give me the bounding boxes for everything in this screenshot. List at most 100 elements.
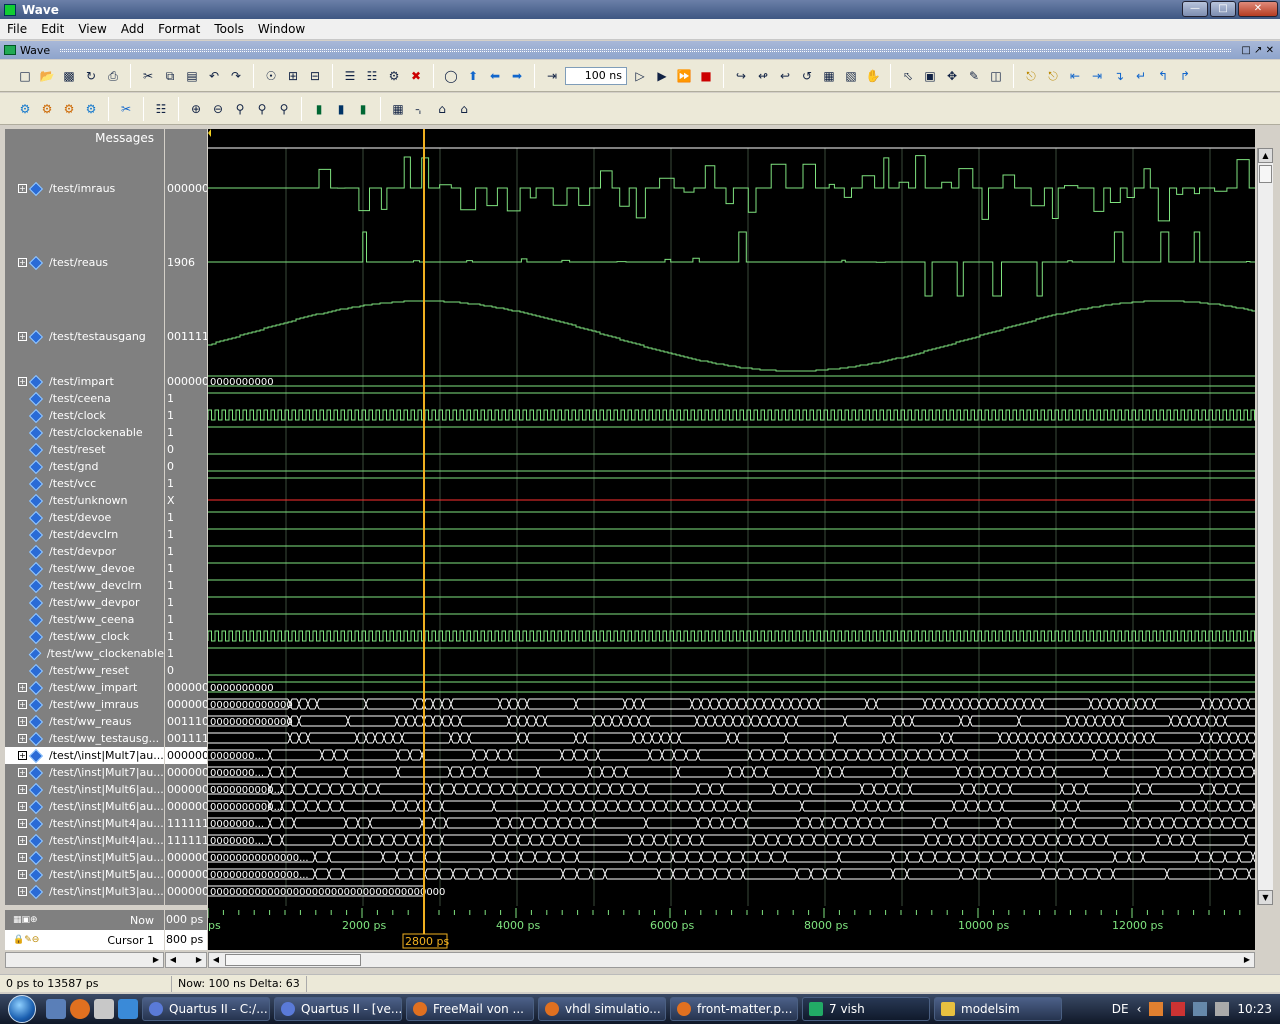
- values-hscrollbar[interactable]: ◀ ▶: [165, 952, 207, 968]
- maximize-button[interactable]: □: [1210, 1, 1236, 17]
- signal-row[interactable]: +/test/unknown: [5, 492, 164, 509]
- expand-toggle-icon[interactable]: +: [18, 717, 27, 726]
- values-header[interactable]: [165, 129, 207, 148]
- expand-icon[interactable]: ⊟: [306, 67, 324, 85]
- up-arrow-icon[interactable]: ⬆: [464, 67, 482, 85]
- signal-row[interactable]: + /test/ww_reaus: [5, 713, 164, 730]
- wave-logic-icon[interactable]: ▮: [354, 100, 372, 118]
- task-vhdl[interactable]: vhdl simulatio...: [538, 997, 666, 1021]
- expand-toggle-icon[interactable]: +: [18, 785, 27, 794]
- signal-row[interactable]: + /test/ww_imraus: [5, 696, 164, 713]
- step-back-icon[interactable]: ↺: [798, 67, 816, 85]
- run-length-input[interactable]: 100 ns: [565, 66, 627, 85]
- add-wave-icon[interactable]: ⚙: [16, 100, 34, 118]
- signal-row[interactable]: + /test/\inst|Mult4|au...: [5, 832, 164, 849]
- new-file-icon[interactable]: □: [16, 67, 34, 85]
- task-vish[interactable]: 7 vish: [802, 997, 930, 1021]
- next-falling-icon[interactable]: ↵: [1132, 67, 1150, 85]
- signal-value-row[interactable]: 0000000: [165, 883, 207, 900]
- expand-toggle-icon[interactable]: +: [18, 734, 27, 743]
- tray-clock[interactable]: 10:23: [1237, 1002, 1272, 1016]
- zoom-cursor-icon[interactable]: ⚲: [253, 100, 271, 118]
- simulate-icon[interactable]: ⚙: [385, 67, 403, 85]
- signal-row[interactable]: +/test/devpor: [5, 543, 164, 560]
- start-button[interactable]: [0, 994, 44, 1024]
- zoom-in-icon[interactable]: ⊕: [187, 100, 205, 118]
- expand-toggle-icon[interactable]: +: [18, 819, 27, 828]
- open-folder-icon[interactable]: 📂: [38, 67, 56, 85]
- show-desktop-icon[interactable]: [46, 999, 66, 1019]
- wave-display[interactable]: 0000000000 0000000000 0000000000000 0000000…: [208, 129, 1255, 906]
- prev-falling-icon[interactable]: ↴: [1110, 67, 1128, 85]
- next-rising-icon[interactable]: ↱: [1176, 67, 1194, 85]
- signal-value-row[interactable]: 1: [165, 390, 207, 407]
- task-front-matter[interactable]: front-matter.p...: [670, 997, 798, 1021]
- forward-arrow-icon[interactable]: ➡: [508, 67, 526, 85]
- scroll-down-arrow[interactable]: ▼: [1258, 890, 1273, 905]
- edit-mode-icon[interactable]: ✎: [965, 67, 983, 85]
- messages-header[interactable]: Messages: [5, 129, 164, 148]
- signal-row[interactable]: + /test/\inst|Mult7|au...: [5, 747, 164, 764]
- menu-format[interactable]: Format: [151, 22, 207, 36]
- dataflow-icon[interactable]: ◫: [987, 67, 1005, 85]
- select-mode-icon[interactable]: ⬁: [899, 67, 917, 85]
- run-length-icon[interactable]: ⇥: [543, 67, 561, 85]
- expand-toggle-icon[interactable]: +: [18, 751, 27, 760]
- signal-value-row[interactable]: 111111: [165, 815, 207, 832]
- signal-value-row[interactable]: 0000000: [165, 747, 207, 764]
- scroll-up-arrow[interactable]: ▲: [1258, 148, 1273, 163]
- signal-value-row[interactable]: 1: [165, 424, 207, 441]
- menu-tools[interactable]: Tools: [207, 22, 251, 36]
- firefox-quicklaunch-icon[interactable]: [70, 999, 90, 1019]
- signal-value-row[interactable]: 1: [165, 594, 207, 611]
- menu-edit[interactable]: Edit: [34, 22, 71, 36]
- signal-value-row[interactable]: 1: [165, 526, 207, 543]
- signal-row[interactable]: +/test/ww_clock: [5, 628, 164, 645]
- time-axis[interactable]: ps 2000 ps 4000 ps 6000 ps 8000 ps 10000 ps 12…: [208, 906, 1255, 950]
- reload-icon[interactable]: ↻: [82, 67, 100, 85]
- signal-row[interactable]: +/test/ww_devoe: [5, 560, 164, 577]
- cursor-lock-icons[interactable]: 🔒✎⊖: [5, 935, 39, 945]
- next-edge-icon[interactable]: ⇥: [1088, 67, 1106, 85]
- expand-toggle-icon[interactable]: +: [18, 683, 27, 692]
- menu-view[interactable]: View: [71, 22, 113, 36]
- add-signal-icon[interactable]: ⚙: [82, 100, 100, 118]
- signal-value-row[interactable]: 0000000: [165, 764, 207, 781]
- signal-value-row[interactable]: 1: [165, 628, 207, 645]
- zoom-out-icon[interactable]: ⊖: [209, 100, 227, 118]
- prev-edge-icon[interactable]: ⇤: [1066, 67, 1084, 85]
- restart-icon[interactable]: ◯: [442, 67, 460, 85]
- signal-value-row[interactable]: 1: [165, 560, 207, 577]
- signal-row[interactable]: + /test/impart: [5, 373, 164, 390]
- stop-icon[interactable]: ■: [697, 67, 715, 85]
- scroll-thumb[interactable]: [1259, 165, 1272, 183]
- signal-value-row[interactable]: 1: [165, 543, 207, 560]
- menu-add[interactable]: Add: [114, 22, 151, 36]
- signal-value-row[interactable]: 1: [165, 475, 207, 492]
- expand-toggle-icon[interactable]: +: [18, 887, 27, 896]
- redo-icon[interactable]: ↷: [227, 67, 245, 85]
- signal-row[interactable]: + /test/\inst|Mult6|au...: [5, 798, 164, 815]
- signal-value-row[interactable]: 1906: [165, 254, 207, 271]
- zoom-range-icon[interactable]: ⚲: [275, 100, 293, 118]
- minimize-button[interactable]: —: [1182, 1, 1208, 17]
- hand-icon[interactable]: ✋: [864, 67, 882, 85]
- names-hscrollbar[interactable]: ▶: [5, 952, 164, 968]
- signal-row[interactable]: +/test/devoe: [5, 509, 164, 526]
- signal-value-row[interactable]: 1: [165, 407, 207, 424]
- signal-row[interactable]: +/test/ww_ceena: [5, 611, 164, 628]
- signal-value-row[interactable]: 0000000: [165, 781, 207, 798]
- expand-toggle-icon[interactable]: +: [18, 802, 27, 811]
- find-icon[interactable]: ☉: [262, 67, 280, 85]
- run-all-icon[interactable]: ⏩: [675, 67, 693, 85]
- rise-wave-icon[interactable]: ⌂: [455, 100, 473, 118]
- signal-value-row[interactable]: 001111: [165, 730, 207, 747]
- add-divider-icon[interactable]: ⚙: [60, 100, 78, 118]
- signal-value-row[interactable]: 111111: [165, 832, 207, 849]
- copy-icon[interactable]: ⧉: [161, 67, 179, 85]
- compile-all-icon[interactable]: ☷: [363, 67, 381, 85]
- zoom-mode-icon[interactable]: ▣: [921, 67, 939, 85]
- signal-value-row[interactable]: 0000000: [165, 849, 207, 866]
- paste-icon[interactable]: ▤: [183, 67, 201, 85]
- wave-canvas[interactable]: 0000000000000000000000000000000000000000…: [208, 129, 1255, 906]
